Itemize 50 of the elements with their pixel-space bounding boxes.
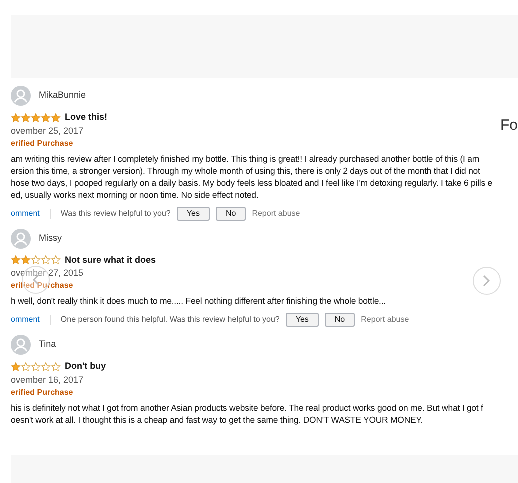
review-text: his is definitely not what I got from another Asian products website before. The real product works good on me. But what I got f bbox=[11, 402, 484, 414]
reviewer-name: Tina bbox=[39, 338, 56, 352]
star-icon bbox=[41, 112, 51, 123]
report-abuse-link[interactable]: Report abuse bbox=[361, 314, 410, 326]
star-icon bbox=[51, 112, 61, 123]
review-title: Don't buy bbox=[65, 360, 106, 373]
star-icon bbox=[31, 362, 41, 372]
star-icon bbox=[51, 362, 61, 372]
section-heading: Fo bbox=[500, 116, 518, 136]
star-icon bbox=[11, 255, 21, 266]
star-icon bbox=[41, 362, 51, 372]
review-text: hose two days, I pooped regularly on a daily basis. My body feels less bloated and I feel like I'm detoxing regularly. I take 6 pills e bbox=[11, 176, 493, 188]
star-icon bbox=[41, 255, 51, 266]
reviewer-name: MikaBunnie bbox=[39, 89, 86, 102]
comment-link[interactable]: omment bbox=[11, 314, 40, 326]
star-icon bbox=[21, 112, 31, 123]
star-icon bbox=[11, 362, 21, 372]
review-date: ovember 16, 2017 bbox=[11, 374, 84, 386]
no-button[interactable]: No bbox=[216, 206, 246, 220]
verified-purchase-label: erified Purchase bbox=[11, 280, 74, 292]
review-date: ovember 25, 2017 bbox=[11, 124, 84, 138]
review-text: am writing this review after I completely finished my bottle. This thing is great!! I already purchased another bottle of this (I am bbox=[11, 152, 480, 164]
review-title: Not sure what it does bbox=[65, 254, 156, 266]
avatar-icon bbox=[11, 86, 31, 106]
verified-purchase-label: erified Purchase bbox=[11, 138, 74, 150]
review-date: ovember 27, 2015 bbox=[11, 267, 84, 280]
next-arrow-button[interactable] bbox=[473, 267, 501, 295]
review-text: h well, don't really think it does much to me..... Feel nothing different after finishing the whole bottle... bbox=[11, 295, 386, 307]
no-button[interactable]: No bbox=[324, 313, 356, 327]
star-icon bbox=[21, 255, 31, 266]
helpful-prompt: One person found this helpful. Was this review helpful to you? bbox=[60, 314, 280, 326]
yes-button[interactable]: Yes bbox=[176, 206, 210, 220]
star-icon bbox=[51, 255, 61, 266]
review-title: Love this! bbox=[65, 111, 108, 124]
star-icon bbox=[31, 255, 41, 266]
avatar-icon bbox=[11, 228, 31, 248]
yes-button[interactable]: Yes bbox=[286, 313, 319, 327]
review-text: ed, usually works next morning or noon time. No side effect noted. bbox=[11, 188, 259, 200]
review-text: ersion this time, a stronger version). Through my whole month of using this, there is only 2 days out of the month that I did not bbox=[11, 164, 480, 176]
review-text: oesn't work at all. I thought this is a cheap and fast way to get the same thing. DON'T WASTE YOUR MONEY. bbox=[11, 414, 424, 426]
star-icon bbox=[21, 362, 31, 372]
verified-purchase-label: erified Purchase bbox=[11, 386, 74, 398]
comment-link[interactable]: omment bbox=[11, 208, 40, 220]
chevron-right-icon bbox=[483, 275, 491, 287]
star-icon bbox=[11, 112, 21, 123]
reviewer-name: Missy bbox=[39, 232, 62, 245]
helpful-prompt: Was this review helpful to you? bbox=[60, 208, 171, 220]
report-abuse-link[interactable]: Report abuse bbox=[252, 208, 300, 220]
avatar-icon bbox=[11, 335, 31, 355]
star-icon bbox=[31, 112, 41, 123]
